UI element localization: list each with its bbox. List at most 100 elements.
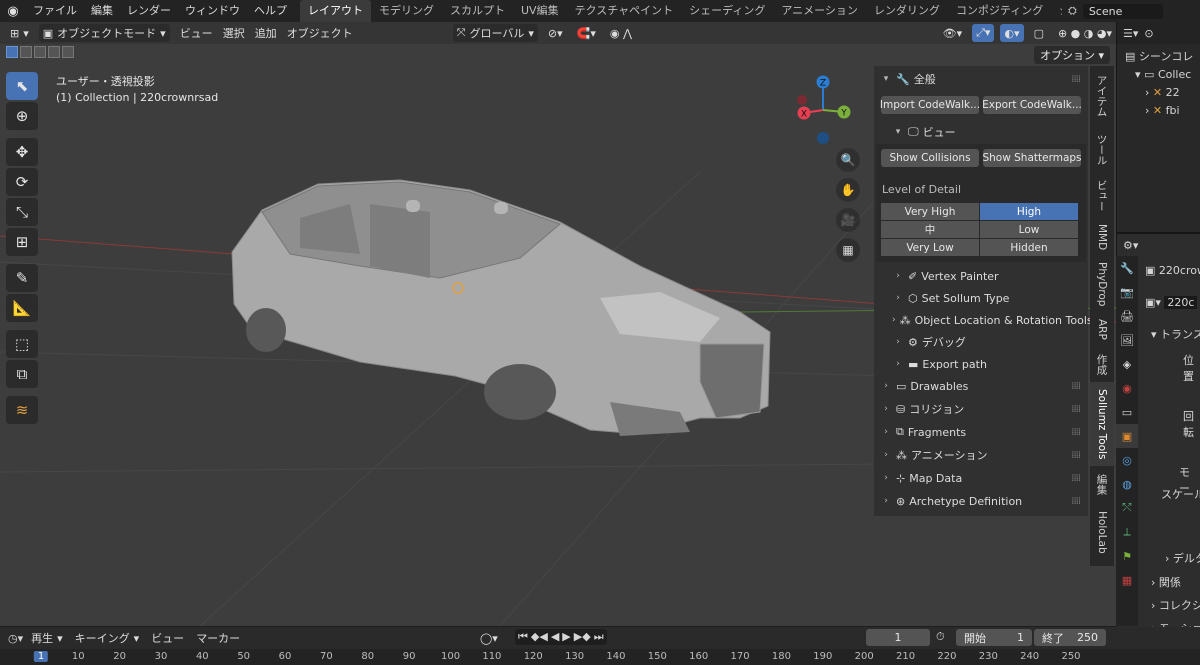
- tool-tab-icon[interactable]: 🔧: [1116, 256, 1138, 280]
- options-dropdown[interactable]: オプション ▾: [1034, 46, 1110, 64]
- view-subitem[interactable]: › ▬ Export path: [874, 354, 1088, 374]
- drag-handle-icon[interactable]: ⁞⁞⁞⁞: [1071, 74, 1081, 85]
- drag-handle-icon[interactable]: ⁞⁞⁞⁞: [1071, 496, 1081, 507]
- frame-ruler[interactable]: 1 10 20 30 40 50 60 70 80 90 100 110 120 130 140 150 160…: [0, 649, 1200, 665]
- workspace-tab[interactable]: レンダリング: [866, 0, 948, 22]
- view-subitem[interactable]: › ⚙ デバッグ: [874, 332, 1088, 352]
- proportional-edit-icon[interactable]: ◉ ⋀: [606, 24, 636, 42]
- select-mode-buttons[interactable]: [6, 46, 74, 62]
- addon-tool-icon[interactable]: ≋: [6, 396, 38, 424]
- properties-section-header[interactable]: › 関係: [1151, 574, 1181, 590]
- gizmo-toggle-icon[interactable]: ⤢▾: [972, 24, 995, 42]
- marker-menu[interactable]: マーカー: [192, 629, 244, 647]
- next-keyframe-icon[interactable]: ▶◆: [574, 630, 591, 644]
- scene-tab-icon[interactable]: ◈: [1116, 352, 1138, 376]
- panel-section-header[interactable]: › ⊹ Map Data ⁞⁞⁞⁞: [874, 468, 1088, 488]
- transform-tool-icon[interactable]: ⊞: [6, 228, 38, 256]
- current-frame-field[interactable]: 1: [866, 629, 930, 646]
- sidebar-tab[interactable]: アイテム: [1090, 66, 1114, 126]
- sidebar-tab[interactable]: 編集: [1090, 466, 1114, 502]
- menu-item[interactable]: ファイル: [26, 0, 84, 22]
- select-intersect-icon[interactable]: [62, 46, 74, 58]
- menu-item[interactable]: 編集: [84, 0, 120, 22]
- perspective-grid-icon[interactable]: ▦: [836, 238, 860, 262]
- panel-section-header[interactable]: › ▭ Drawables ⁞⁞⁞⁞: [874, 376, 1088, 396]
- world-tab-icon[interactable]: ◉: [1116, 376, 1138, 400]
- prev-keyframe-icon[interactable]: ◆◀: [531, 630, 548, 644]
- sidebar-tab[interactable]: MMD: [1090, 218, 1114, 256]
- start-frame-field[interactable]: 開始 1: [956, 629, 1032, 646]
- shading-modes[interactable]: ⊕ ● ◑ ◕▾: [1054, 24, 1116, 42]
- view-subitem[interactable]: › ⁂ Object Location & Rotation Tools: [874, 310, 1093, 330]
- viewport-menu-item[interactable]: ビュー: [176, 24, 217, 42]
- texture-tab-icon[interactable]: ▦: [1116, 568, 1138, 592]
- workspace-tab[interactable]: アニメーション: [773, 0, 866, 22]
- physics-tab-icon[interactable]: ⤲: [1116, 496, 1138, 520]
- sidebar-tab[interactable]: HoloLab: [1090, 502, 1114, 562]
- workspace-tab[interactable]: テクスチャペイント: [567, 0, 682, 22]
- xray-icon[interactable]: ▢: [1030, 24, 1048, 42]
- outliner-item-row[interactable]: › ✕ 22: [1125, 84, 1200, 102]
- menu-item[interactable]: ウィンドウ: [178, 0, 247, 22]
- drag-handle-icon[interactable]: ⁞⁞⁞⁞: [1071, 404, 1081, 415]
- lod-option[interactable]: Very High: [881, 203, 979, 220]
- jump-end-icon[interactable]: ⏭: [594, 630, 604, 644]
- camera-icon[interactable]: 🎥: [836, 208, 860, 232]
- pan-hand-icon[interactable]: ✋: [836, 178, 860, 202]
- mode-dropdown[interactable]: ▣ オブジェクトモード ▾: [38, 24, 170, 42]
- collection-tab-icon[interactable]: ▭: [1116, 400, 1138, 424]
- view-subitem[interactable]: › ⬡ Set Sollum Type: [874, 288, 1088, 308]
- object-tab-icon[interactable]: ▣: [1116, 424, 1138, 448]
- properties-editor-icon[interactable]: ⚙▾: [1123, 239, 1138, 252]
- scene-selector[interactable]: ⛭ Scene: [1062, 0, 1200, 22]
- export-codewalker-button[interactable]: Export CodeWalk...: [982, 96, 1082, 114]
- play-icon[interactable]: ▶: [562, 630, 570, 644]
- panel-general-header[interactable]: ▾ 🔧 全般 ⁞⁞⁞⁞: [874, 69, 1088, 89]
- sidebar-tab[interactable]: ビュー: [1090, 174, 1114, 218]
- data-tab-icon[interactable]: ⚑: [1116, 544, 1138, 568]
- import-codewalker-button[interactable]: Import CodeWalk...: [880, 96, 980, 114]
- measure-tool-icon[interactable]: 📐: [6, 294, 38, 322]
- constraints-tab-icon[interactable]: ⟂: [1116, 520, 1138, 544]
- cursor-tool-icon[interactable]: ⊕: [6, 102, 38, 130]
- viewport-menu-item[interactable]: 選択: [219, 24, 249, 42]
- view-layer-tab-icon[interactable]: 🖼: [1116, 328, 1138, 352]
- show-shattermaps-button[interactable]: Show Shattermaps: [982, 149, 1082, 167]
- panel-view-header[interactable]: ▾ 🖵 ビュー: [874, 122, 1088, 142]
- autokey-icon[interactable]: ◯▾: [476, 629, 502, 647]
- blender-logo-icon[interactable]: ◉: [0, 0, 26, 22]
- lod-option[interactable]: High: [980, 203, 1078, 220]
- properties-section-header[interactable]: › コレクシ: [1151, 597, 1200, 613]
- filter-icon[interactable]: ⊙: [1144, 27, 1153, 40]
- play-reverse-icon[interactable]: ◀: [551, 630, 559, 644]
- outliner-item-row[interactable]: › ✕ fbi: [1125, 102, 1200, 120]
- menu-item[interactable]: ヘルプ: [247, 0, 294, 22]
- annotate-tool-icon[interactable]: ✎: [6, 264, 38, 292]
- sidebar-tab[interactable]: PhyDrop: [1090, 256, 1114, 312]
- sidebar-tab[interactable]: ARP: [1090, 312, 1114, 346]
- drag-handle-icon[interactable]: ⁞⁞⁞⁞: [1071, 427, 1081, 438]
- navigation-gizmo[interactable]: Z Y X: [792, 72, 856, 150]
- select-invert-icon[interactable]: [48, 46, 60, 58]
- clock-icon[interactable]: ⏱: [936, 630, 945, 644]
- panel-section-header[interactable]: › ⊛ Archetype Definition ⁞⁞⁞⁞: [874, 491, 1088, 511]
- viewport-menu-item[interactable]: 追加: [251, 24, 281, 42]
- timeline-editor-icon[interactable]: ◷▾: [8, 632, 23, 645]
- sidebar-tab[interactable]: ツール: [1090, 126, 1114, 174]
- panel-section-header[interactable]: › ⧉ Fragments ⁞⁞⁞⁞: [874, 422, 1088, 442]
- pivot-icon[interactable]: ⊘▾: [544, 24, 567, 42]
- panel-section-header[interactable]: › ⛁ コリジョン ⁞⁞⁞⁞: [874, 399, 1088, 419]
- drag-handle-icon[interactable]: ⁞⁞⁞⁞: [1071, 381, 1081, 392]
- transform-section-header[interactable]: ▾ トランス: [1151, 326, 1200, 342]
- outliner-collection-row[interactable]: ▾ ▭ Collec: [1125, 66, 1200, 84]
- lod-option[interactable]: Hidden: [980, 239, 1078, 256]
- jump-start-icon[interactable]: ⏮: [518, 630, 528, 644]
- workspace-tab[interactable]: スカルプト: [442, 0, 513, 22]
- outliner-scene-row[interactable]: ▤ シーンコレ: [1125, 48, 1200, 66]
- outliner-editor-icon[interactable]: ☰▾: [1123, 27, 1138, 40]
- sidebar-tab[interactable]: 作成: [1090, 346, 1114, 382]
- lod-option[interactable]: Very Low: [881, 239, 979, 256]
- end-frame-field[interactable]: 終了 250: [1034, 629, 1106, 646]
- lod-option[interactable]: Low: [980, 221, 1078, 238]
- delta-section-header[interactable]: › デルタ: [1165, 550, 1200, 566]
